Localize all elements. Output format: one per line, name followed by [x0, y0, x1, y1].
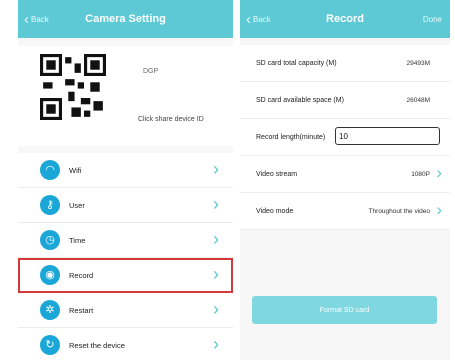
chevron-right-icon: ›: [213, 159, 219, 179]
sd-total-capacity-label: SD card total capacity (M): [256, 59, 337, 67]
settings-menu: ◠ Wifi › ⚷ User › ◷ Time › ◉ Record › ✲ …: [18, 153, 233, 360]
record-screen: ‹ Back Record Done SD card total capacit…: [240, 0, 450, 360]
menu-item-restart[interactable]: ✲ Restart ›: [18, 293, 233, 328]
sd-available-space-value: 26048M: [406, 96, 431, 104]
video-mode-value: Throughout the video: [368, 207, 430, 215]
video-stream-label: Video stream: [256, 170, 298, 178]
menu-item-label: Record: [69, 270, 94, 280]
chevron-right-icon: ›: [213, 229, 219, 249]
video-mode-row[interactable]: Video mode Throughout the video ›: [240, 193, 450, 230]
back-label: Back: [253, 14, 271, 24]
camera-setting-screen: ‹ Back Camera Setting DGP Click share de…: [18, 0, 233, 360]
menu-item-label: User: [69, 200, 85, 210]
video-stream-value: 1080P: [411, 170, 430, 178]
sd-available-space-label: SD card available space (M): [256, 96, 344, 104]
page-title: Camera Setting: [85, 13, 166, 25]
device-id: DGP: [143, 68, 159, 75]
menu-item-label: Time: [69, 235, 86, 245]
chevron-right-icon: ›: [436, 163, 442, 182]
video-mode-label: Video mode: [256, 207, 294, 215]
back-label: Back: [31, 14, 49, 24]
record-length-input[interactable]: [335, 127, 440, 145]
restart-icon: ✲: [40, 300, 60, 320]
menu-item-time[interactable]: ◷ Time ›: [18, 223, 233, 258]
sd-total-capacity-value: 29493M: [406, 59, 431, 67]
share-device-id-link[interactable]: Click share device ID: [138, 116, 204, 123]
format-sd-card-button[interactable]: Format SD card: [252, 296, 437, 324]
record-settings-list: SD card total capacity (M) 29493M SD car…: [240, 45, 450, 230]
chevron-left-icon: ‹: [246, 10, 251, 28]
sd-available-space-row: SD card available space (M) 26048M: [240, 82, 450, 119]
chevron-right-icon: ›: [213, 299, 219, 319]
chevron-right-icon: ›: [213, 334, 219, 354]
back-button[interactable]: ‹ Back: [246, 0, 271, 38]
done-button[interactable]: Done: [423, 0, 442, 38]
menu-item-label: Restart: [69, 305, 94, 315]
record-length-row: Record length(minute): [240, 119, 450, 156]
chevron-right-icon: ›: [436, 200, 442, 219]
menu-item-label: Reset the device: [69, 340, 125, 350]
chevron-right-icon: ›: [213, 194, 219, 214]
camera-setting-navbar: ‹ Back Camera Setting: [18, 0, 233, 38]
menu-item-user[interactable]: ⚷ User ›: [18, 188, 233, 223]
video-stream-row[interactable]: Video stream 1080P ›: [240, 156, 450, 193]
wifi-icon: ◠: [40, 160, 60, 180]
sd-total-capacity-row: SD card total capacity (M) 29493M: [240, 45, 450, 82]
back-button[interactable]: ‹ Back: [24, 0, 49, 38]
qr-code-icon: [40, 54, 106, 120]
record-length-label: Record length(minute): [256, 133, 326, 141]
key-icon: ⚷: [40, 195, 60, 215]
clock-icon: ◷: [40, 230, 60, 250]
chevron-right-icon: ›: [213, 264, 219, 284]
menu-item-reset-device[interactable]: ↻ Reset the device ›: [18, 328, 233, 360]
menu-item-record[interactable]: ◉ Record ›: [18, 258, 233, 293]
record-navbar: ‹ Back Record Done: [240, 0, 450, 38]
qr-card: DGP Click share device ID: [18, 46, 233, 146]
reset-icon: ↻: [40, 335, 60, 355]
menu-item-label: Wifi: [69, 165, 82, 175]
chevron-left-icon: ‹: [24, 10, 29, 28]
page-title: Record: [326, 13, 364, 25]
menu-item-wifi[interactable]: ◠ Wifi ›: [18, 153, 233, 188]
record-icon: ◉: [40, 265, 60, 285]
